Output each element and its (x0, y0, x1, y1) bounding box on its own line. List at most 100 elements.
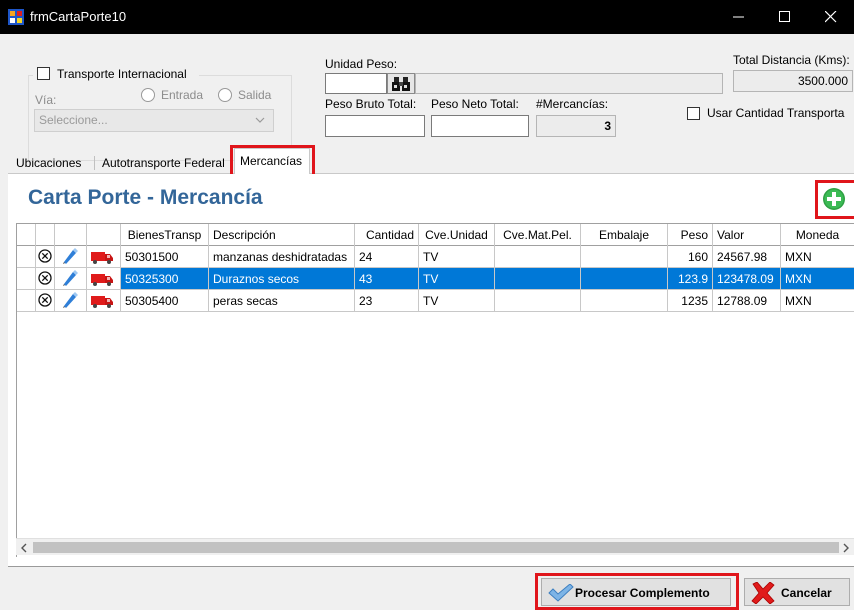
close-icon (825, 11, 837, 23)
cell-cve-mat-pel (495, 290, 581, 312)
truck-icon (91, 252, 113, 264)
groupbox-header: Transporte Internacional (33, 65, 199, 83)
mercancias-grid: BienesTransp Descripción Cantidad Cve.Un… (16, 223, 854, 557)
cell-cve-unidad: TV (419, 290, 495, 312)
cell-bienes: 50301500 (121, 246, 209, 268)
cell-embalaje (581, 246, 668, 268)
scrollbar-thumb[interactable] (33, 542, 839, 553)
grid-horizontal-scrollbar[interactable] (16, 538, 854, 555)
grid-header: BienesTransp Descripción Cantidad Cve.Un… (17, 224, 854, 246)
peso-bruto-input[interactable] (325, 115, 425, 137)
header-descripcion[interactable]: Descripción (209, 224, 355, 246)
transporte-internacional-checkbox[interactable] (37, 67, 50, 80)
minimize-button[interactable] (716, 0, 762, 34)
cell-moneda: MXN (781, 268, 854, 290)
cell-cantidad: 43 (355, 268, 419, 290)
cell-cantidad: 23 (355, 290, 419, 312)
pencil-icon (63, 248, 78, 264)
usar-cantidad-checkbox[interactable] (687, 107, 700, 120)
cell-valor: 123478.09 (713, 268, 781, 290)
total-distancia-field: 3500.000 (733, 70, 853, 92)
cell-embalaje (581, 268, 668, 290)
close-circle-icon (38, 271, 52, 285)
cell-cve-mat-pel (495, 246, 581, 268)
maximize-icon (779, 11, 790, 22)
peso-neto-input[interactable] (431, 115, 529, 137)
table-row[interactable]: 50305400 peras secas 23 TV 1235 12788.09… (17, 290, 854, 312)
row-selector[interactable] (17, 268, 36, 290)
cell-cve-unidad: TV (419, 268, 495, 290)
header-embalaje[interactable]: Embalaje (581, 224, 668, 246)
header-cve-unidad[interactable]: Cve.Unidad (419, 224, 495, 246)
header-cve-mat-pel[interactable]: Cve.Mat.Pel. (495, 224, 581, 246)
header-bienes[interactable]: BienesTransp (121, 224, 209, 246)
delete-row-button[interactable] (36, 290, 55, 312)
maximize-button[interactable] (762, 0, 808, 34)
cell-peso: 160 (668, 246, 713, 268)
via-select-value: Seleccione... (39, 113, 108, 127)
truck-icon (91, 296, 113, 308)
transport-row-button[interactable] (87, 268, 121, 290)
scroll-left-icon[interactable] (20, 543, 28, 553)
binoculars-icon (392, 77, 410, 91)
mercancias-count-value: 3 (604, 119, 611, 133)
header-cantidad[interactable]: Cantidad (355, 224, 419, 246)
mercancias-count-label: #Mercancías: (536, 97, 609, 111)
cell-bienes: 50325300 (121, 268, 209, 290)
cell-moneda: MXN (781, 290, 854, 312)
edit-row-button[interactable] (55, 268, 87, 290)
entrada-radio[interactable] (141, 88, 155, 102)
tab-mercancias-highlight (230, 145, 315, 177)
add-button-highlight (815, 180, 854, 219)
via-label: Vía: (35, 93, 57, 107)
total-distancia-value: 3500.000 (797, 74, 848, 88)
cell-moneda: MXN (781, 246, 854, 268)
cell-cantidad: 24 (355, 246, 419, 268)
mercancias-count-field: 3 (536, 115, 616, 137)
total-distancia-label: Total Distancia (Kms): (733, 53, 850, 67)
cell-embalaje (581, 290, 668, 312)
cell-descripcion: peras secas (209, 290, 355, 312)
transport-row-button[interactable] (87, 246, 121, 268)
delete-row-button[interactable] (36, 268, 55, 290)
pencil-icon (63, 270, 78, 286)
app-icon (8, 9, 24, 25)
tab-ubicaciones[interactable]: Ubicaciones (12, 152, 85, 174)
table-row[interactable]: 50325300 Duraznos secos 43 TV 123.9 1234… (17, 268, 854, 290)
scroll-right-icon[interactable] (842, 543, 850, 553)
row-selector[interactable] (17, 246, 36, 268)
close-button[interactable] (808, 0, 854, 34)
window-title: frmCartaPorte10 (30, 9, 127, 24)
table-row[interactable]: 50301500 manzanas deshidratadas 24 TV 16… (17, 246, 854, 268)
header-valor[interactable]: Valor (713, 224, 781, 246)
tab-autotransporte-federal[interactable]: Autotransporte Federal (98, 152, 229, 174)
entrada-label: Entrada (161, 88, 204, 102)
unidad-peso-label: Unidad Peso: (325, 57, 398, 71)
delete-row-button[interactable] (36, 246, 55, 268)
peso-bruto-label: Peso Bruto Total: (325, 97, 417, 111)
cell-cve-mat-pel (495, 268, 581, 290)
header-peso[interactable]: Peso (668, 224, 713, 246)
transporte-internacional-label: Transporte Internacional (57, 67, 187, 81)
cancelar-button[interactable]: Cancelar (744, 578, 850, 606)
usar-cantidad-label: Usar Cantidad Transporta (707, 106, 845, 120)
cell-peso: 1235 (668, 290, 713, 312)
chevron-down-icon (255, 117, 265, 123)
unidad-peso-description (415, 73, 723, 94)
unidad-peso-input[interactable] (325, 73, 387, 94)
transport-row-button[interactable] (87, 290, 121, 312)
edit-row-button[interactable] (55, 290, 87, 312)
salida-label: Salida (238, 88, 272, 102)
panel-bottom-border (8, 566, 854, 567)
header-delete (36, 224, 55, 246)
row-selector[interactable] (17, 290, 36, 312)
salida-radio[interactable] (218, 88, 232, 102)
cell-valor: 12788.09 (713, 290, 781, 312)
unidad-peso-search-button[interactable] (387, 73, 415, 94)
edit-row-button[interactable] (55, 246, 87, 268)
header-moneda[interactable]: Moneda (781, 224, 854, 246)
cell-descripcion: Duraznos secos (209, 268, 355, 290)
via-select[interactable]: Seleccione... (34, 109, 274, 132)
tab-divider (94, 156, 95, 170)
cell-cve-unidad: TV (419, 246, 495, 268)
